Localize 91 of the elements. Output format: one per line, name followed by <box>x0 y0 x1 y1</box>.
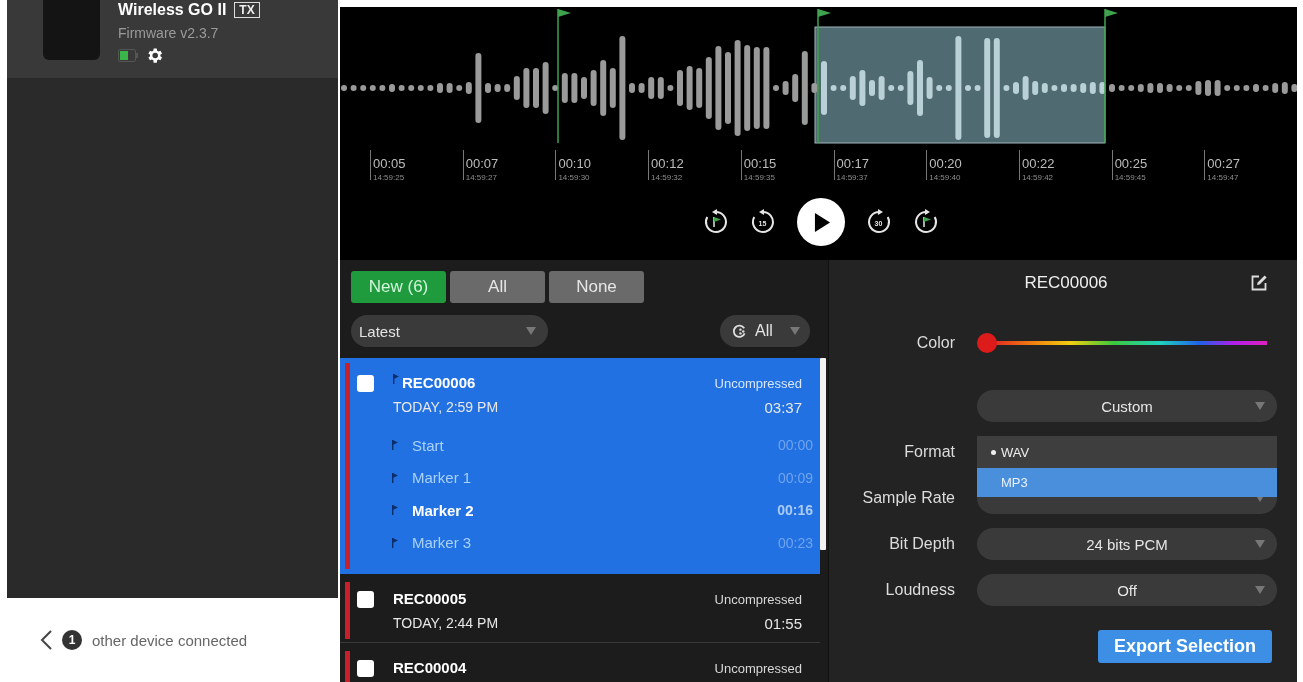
settings-icon[interactable] <box>145 46 164 65</box>
next-marker-button[interactable] <box>912 209 939 235</box>
firmware-version: Firmware v2.3.7 <box>118 24 220 42</box>
device-name: Wireless GO II <box>118 1 227 19</box>
tick-time-label: 00:27 <box>1207 156 1241 171</box>
checkbox[interactable] <box>357 590 374 608</box>
play-icon <box>814 211 831 233</box>
marker-time: 00:09 <box>777 469 813 486</box>
tick-clock-label: 14:59:45 <box>1114 173 1147 183</box>
color-filter-dropdown[interactable]: All <box>720 315 810 347</box>
tick-time-label: 00:12 <box>651 156 685 171</box>
flag-icon <box>392 472 398 483</box>
marker-flag-icon[interactable] <box>557 8 571 144</box>
circular-arrow-icon <box>865 209 892 235</box>
marker-time: 00:16 <box>777 502 813 519</box>
recording-item[interactable]: REC00005 Uncompressed TODAY, 2:44 PM 01:55 <box>340 579 820 643</box>
caret-icon <box>790 327 800 335</box>
tick-clock-label: 14:59:27 <box>465 173 498 183</box>
recording-date: TODAY, 2:59 PM <box>393 398 500 417</box>
preset-dropdown[interactable]: Custom <box>977 390 1277 422</box>
caret-icon <box>1255 494 1265 502</box>
settings-dropdown[interactable]: 24 bits PCM <box>977 528 1277 560</box>
caret-icon <box>1255 402 1265 410</box>
sort-dropdown[interactable]: Latest <box>351 315 548 347</box>
selected-dot-icon <box>991 449 996 455</box>
settings-dropdown[interactable]: Off <box>977 574 1277 606</box>
color-slider-thumb[interactable] <box>977 333 997 353</box>
tick-clock-label: 14:59:30 <box>558 173 591 183</box>
recording-date: TODAY, 2:44 PM <box>393 614 500 633</box>
tick-clock-label: 14:59:40 <box>929 173 962 183</box>
tick-clock-label: 14:59:37 <box>836 173 869 183</box>
circular-arrow-icon <box>749 209 776 235</box>
dropdown-option[interactable]: WAV <box>977 436 1277 468</box>
scrollbar-thumb[interactable] <box>820 358 826 550</box>
field-label: Format <box>903 443 955 461</box>
tick-time-label: 00:17 <box>836 156 871 171</box>
device-card[interactable]: Wireless GO II TX Firmware v2.3.7 <box>7 0 338 78</box>
battery-icon <box>118 49 138 62</box>
previous-marker-button[interactable] <box>702 209 729 235</box>
filter-tab[interactable]: None <box>549 271 644 303</box>
marker-flag-icon[interactable] <box>817 8 831 144</box>
field-label: Color <box>915 334 955 352</box>
flag-icon <box>392 505 398 516</box>
recording-duration: 01:55 <box>763 614 802 632</box>
tick-time-label: 00:20 <box>929 156 963 171</box>
recording-name: REC00005 <box>393 589 467 609</box>
caret-icon <box>1255 540 1265 548</box>
recording-name: REC00004 <box>393 658 467 678</box>
tick-clock-label: 14:59:25 <box>373 173 406 183</box>
recording-item[interactable]: REC00006 Uncompressed TODAY, 2:59 PM 03:37 Start 00:00 Marker 1 00:09 Marker 2 00:16 Marker 3 00:23 <box>340 358 820 574</box>
tick-clock-label: 14:59:47 <box>1207 173 1240 183</box>
field-label: Sample Rate <box>861 489 955 507</box>
checkbox[interactable] <box>357 374 374 392</box>
filter-tab[interactable]: All <box>450 271 545 303</box>
back-chevron-icon[interactable] <box>40 629 53 651</box>
tick-clock-label: 14:59:42 <box>1021 173 1055 183</box>
device-picture <box>43 0 100 60</box>
marker-label[interactable]: Marker 2 <box>412 501 474 519</box>
flag-icon <box>393 374 399 384</box>
field-label: Bit Depth <box>888 535 955 553</box>
tick-time-label: 00:10 <box>558 156 592 171</box>
recording-format: Uncompressed <box>714 660 802 676</box>
recording-format: Uncompressed <box>714 375 802 391</box>
caret-icon <box>526 327 536 335</box>
tick-time-label: 00:22 <box>1021 156 1056 171</box>
connected-devices-text: other device connected <box>92 631 248 649</box>
tick-time-label: 00:25 <box>1114 156 1149 171</box>
tick-time-label: 00:15 <box>743 156 778 171</box>
tick-clock-label: 14:59:35 <box>743 173 776 183</box>
checkbox[interactable] <box>357 659 374 677</box>
marker-time: 00:00 <box>777 437 813 454</box>
recording-duration: 03:37 <box>763 398 802 416</box>
tick-clock-label: 14:59:32 <box>651 173 684 183</box>
tick-time-label: 00:05 <box>373 156 407 171</box>
marker-time: 00:23 <box>777 534 813 551</box>
flag-icon <box>392 537 398 548</box>
flag-icon <box>392 440 398 451</box>
marker-flag-icon[interactable] <box>1104 8 1118 144</box>
recording-format: Uncompressed <box>714 591 802 607</box>
recording-title: REC00006 <box>1024 273 1108 293</box>
dotted-ring-icon <box>732 323 747 339</box>
recording-name: REC00006 <box>402 373 476 393</box>
device-type-tag: TX <box>234 2 260 18</box>
edit-icon[interactable] <box>1250 274 1268 292</box>
play-button[interactable] <box>796 198 845 246</box>
tick-time-label: 00:07 <box>465 156 500 171</box>
device-count-badge: 1 <box>62 630 82 650</box>
flag-arrow-icon <box>702 209 729 235</box>
flag-arrow-icon <box>912 209 939 235</box>
field-label: Loudness <box>884 581 955 599</box>
caret-icon <box>1255 586 1265 594</box>
